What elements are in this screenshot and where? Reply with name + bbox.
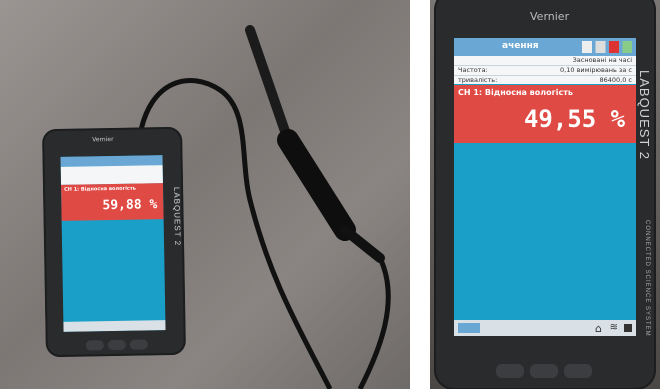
info-row: Засновані на часі — [454, 56, 636, 66]
wifi-icon: ≋ — [609, 322, 618, 333]
info-value: 0,10 вимірювань за с — [560, 66, 632, 74]
home-icon[interactable]: ⌂ — [595, 322, 602, 335]
left-info-panel — [60, 165, 163, 185]
left-reading: 59,88 % — [102, 197, 158, 214]
right-maker-logo: Vernier — [530, 10, 570, 23]
right-back-button[interactable] — [496, 364, 524, 378]
right-titlebar: ачення — [454, 38, 636, 56]
battery-icon — [624, 324, 632, 332]
right-brand-label: LABQUEST 2 — [637, 70, 652, 160]
right-title-text: ачення — [502, 41, 539, 51]
left-screen: CH 1: Відносна вологість 59,88 % — [60, 155, 166, 332]
right-screen: ачення Засновані на часі Частота: 0,10 в… — [454, 38, 636, 336]
right-labquest-device: Vernier ачення Засновані на часі Частота… — [434, 0, 656, 389]
left-menu-button[interactable] — [129, 339, 148, 350]
left-home-button[interactable] — [107, 339, 126, 351]
right-menu-button[interactable] — [564, 364, 592, 378]
left-labquest-device: Vernier CH 1: Відносна вологість 59,88 %… — [42, 126, 186, 358]
right-home-button[interactable] — [530, 364, 558, 378]
right-reading: 49,55 % — [523, 105, 626, 133]
left-back-button[interactable] — [85, 340, 104, 351]
right-bottom-bar: ⌂ ≋ — [454, 320, 636, 336]
right-side-text: CONNECTED SCIENCE SYSTEM — [644, 220, 650, 337]
left-maker-logo: Vernier — [92, 135, 114, 144]
left-channel-label: CH 1: Відносна вологість — [64, 185, 136, 193]
right-channel-box: CH 1: Відносна вологість 49,55 % — [454, 85, 636, 143]
left-brand-label: LABQUEST 2 — [172, 186, 183, 247]
info-label: Частота: — [458, 66, 488, 74]
right-info-panel: Засновані на часі Частота: 0,10 вимірюва… — [454, 56, 636, 86]
left-photo: Vernier CH 1: Відносна вологість 59,88 %… — [0, 0, 410, 389]
right-channel-label: CH 1: Відносна вологість — [458, 88, 573, 97]
toolbar-icons[interactable] — [582, 41, 632, 53]
info-row: Частота: 0,10 вимірювань за с — [454, 66, 636, 76]
play-icon[interactable] — [458, 323, 480, 333]
info-value: Засновані на часі — [572, 56, 632, 64]
right-photo: Vernier ачення Засновані на часі Частота… — [430, 0, 660, 389]
info-value: 86400,0 с — [599, 76, 632, 84]
info-label: тривалість: — [458, 76, 498, 84]
left-bottom-bar — [63, 320, 166, 332]
left-channel-box: CH 1: Відносна вологість 59,88 % — [60, 183, 164, 221]
